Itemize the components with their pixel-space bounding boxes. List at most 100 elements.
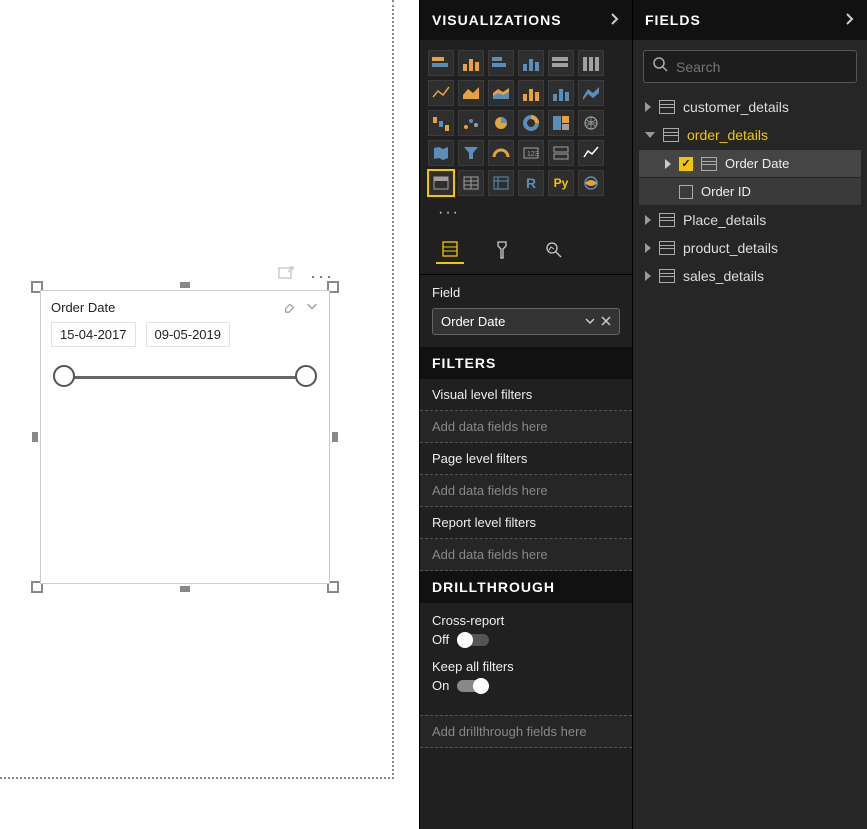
viz-map-icon[interactable] xyxy=(578,110,604,136)
report-level-filters-drop[interactable]: Add data fields here xyxy=(420,539,632,571)
slicer-visual-container[interactable]: Order Date 15-04-2017 09-05-2019 xyxy=(36,286,334,588)
focus-mode-button[interactable] xyxy=(276,264,296,284)
viz-stacked-column-icon[interactable] xyxy=(458,50,484,76)
visualizations-pane: VISUALIZATIONS xyxy=(419,0,632,829)
viz-multi-row-card-icon[interactable] xyxy=(548,140,574,166)
field-chip-label: Order Date xyxy=(441,314,505,329)
slider-handle-end[interactable] xyxy=(295,365,317,387)
visualizations-header[interactable]: VISUALIZATIONS xyxy=(420,0,632,40)
canvas-page[interactable]: ··· Order Date xyxy=(0,0,394,779)
visual-level-filters-drop[interactable]: Add data fields here xyxy=(420,411,632,443)
viz-donut-icon[interactable] xyxy=(518,110,544,136)
field-chip-remove-icon[interactable] xyxy=(601,314,611,329)
viz-ribbon-icon[interactable] xyxy=(578,80,604,106)
field-checkbox[interactable] xyxy=(679,157,693,171)
slicer-visual[interactable]: Order Date 15-04-2017 09-05-2019 xyxy=(40,290,330,584)
filters-section-header: FILTERS xyxy=(420,347,632,379)
resize-handle-b[interactable] xyxy=(180,586,190,592)
table-label: product_details xyxy=(683,240,778,256)
table-order-details[interactable]: order_details xyxy=(639,121,861,149)
fields-table-list: customer_details order_details Order Dat… xyxy=(633,93,867,290)
viz-treemap-icon[interactable] xyxy=(548,110,574,136)
collapse-icon xyxy=(645,132,655,138)
field-label: Order Date xyxy=(725,156,789,171)
field-chip-order-date[interactable]: Order Date xyxy=(432,308,620,335)
collapse-fields-icon[interactable] xyxy=(843,12,855,28)
field-checkbox[interactable] xyxy=(679,185,693,199)
date-from-input[interactable]: 15-04-2017 xyxy=(51,322,136,347)
field-well: Field Order Date xyxy=(420,275,632,347)
page-level-filters-label[interactable]: Page level filters xyxy=(420,443,632,475)
viz-clustered-column-icon[interactable] xyxy=(518,50,544,76)
fields-search[interactable] xyxy=(643,50,857,83)
viz-waterfall-icon[interactable] xyxy=(428,110,454,136)
table-place-details[interactable]: Place_details xyxy=(639,206,861,234)
viz-line-clustered-column-icon[interactable] xyxy=(548,80,574,106)
table-icon xyxy=(659,241,675,255)
table-icon xyxy=(659,269,675,283)
viz-slicer-icon[interactable] xyxy=(428,170,454,196)
field-order-date[interactable]: Order Date xyxy=(639,150,861,177)
report-level-filters-label[interactable]: Report level filters xyxy=(420,507,632,539)
resize-handle-t[interactable] xyxy=(180,282,190,288)
svg-text:123: 123 xyxy=(527,151,539,158)
viz-stacked-bar-icon[interactable] xyxy=(428,50,454,76)
viz-gauge-icon[interactable] xyxy=(488,140,514,166)
table-sales-details[interactable]: sales_details xyxy=(639,262,861,290)
viz-100-stacked-column-icon[interactable] xyxy=(578,50,604,76)
drillthrough-section-header: DRILLTHROUGH xyxy=(420,571,632,603)
table-icon xyxy=(663,128,679,142)
field-order-id[interactable]: Order ID xyxy=(639,178,861,205)
viz-arcgis-icon[interactable] xyxy=(578,170,604,196)
fields-header[interactable]: FIELDS xyxy=(633,0,867,40)
viz-line-stacked-column-icon[interactable] xyxy=(518,80,544,106)
cross-report-label: Cross-report xyxy=(432,613,620,628)
viz-r-script-icon[interactable]: R xyxy=(518,170,544,196)
analytics-tab-icon[interactable] xyxy=(540,236,568,264)
resize-handle-l[interactable] xyxy=(32,432,38,442)
visualization-gallery: 123 R Py ··· xyxy=(420,40,632,226)
viz-area-icon[interactable] xyxy=(458,80,484,106)
viz-card-icon[interactable]: 123 xyxy=(518,140,544,166)
format-tab-icon[interactable] xyxy=(488,236,516,264)
viz-filled-map-icon[interactable] xyxy=(428,140,454,166)
fields-pane: FIELDS customer_details order_details Or… xyxy=(632,0,867,829)
keep-all-filters-toggle[interactable]: On xyxy=(432,678,489,693)
page-level-filters-drop[interactable]: Add data fields here xyxy=(420,475,632,507)
drillthrough-drop[interactable]: Add drillthrough fields here xyxy=(420,715,632,748)
table-icon xyxy=(659,213,675,227)
field-label: Order ID xyxy=(701,184,751,199)
viz-100-stacked-bar-icon[interactable] xyxy=(548,50,574,76)
viz-scatter-icon[interactable] xyxy=(458,110,484,136)
viz-pie-icon[interactable] xyxy=(488,110,514,136)
cross-report-toggle[interactable]: Off xyxy=(432,632,489,647)
visualizations-title: VISUALIZATIONS xyxy=(432,12,562,28)
expand-icon xyxy=(645,102,651,112)
expand-icon xyxy=(645,271,651,281)
viz-kpi-icon[interactable] xyxy=(578,140,604,166)
viz-line-icon[interactable] xyxy=(428,80,454,106)
viz-more-button[interactable]: ··· xyxy=(428,200,626,226)
table-product-details[interactable]: product_details xyxy=(639,234,861,262)
viz-funnel-icon[interactable] xyxy=(458,140,484,166)
collapse-visualizations-icon[interactable] xyxy=(608,12,620,28)
date-to-input[interactable]: 09-05-2019 xyxy=(146,322,231,347)
slider-handle-start[interactable] xyxy=(53,365,75,387)
report-canvas[interactable]: ··· Order Date xyxy=(0,0,419,829)
slicer-title: Order Date xyxy=(51,300,115,315)
field-chip-menu-icon[interactable] xyxy=(585,314,595,329)
fields-tab-icon[interactable] xyxy=(436,236,464,264)
slicer-dropdown-icon[interactable] xyxy=(305,299,319,316)
viz-matrix-icon[interactable] xyxy=(488,170,514,196)
viz-clustered-bar-icon[interactable] xyxy=(488,50,514,76)
date-range-slider[interactable] xyxy=(51,361,319,391)
viz-python-icon[interactable]: Py xyxy=(548,170,574,196)
fields-search-input[interactable] xyxy=(676,59,857,75)
table-customer-details[interactable]: customer_details xyxy=(639,93,861,121)
viz-table-icon[interactable] xyxy=(458,170,484,196)
clear-selections-icon[interactable] xyxy=(283,299,297,316)
visual-level-filters-label[interactable]: Visual level filters xyxy=(420,379,632,411)
viz-stacked-area-icon[interactable] xyxy=(488,80,514,106)
resize-handle-r[interactable] xyxy=(332,432,338,442)
cross-report-value: Off xyxy=(432,632,449,647)
